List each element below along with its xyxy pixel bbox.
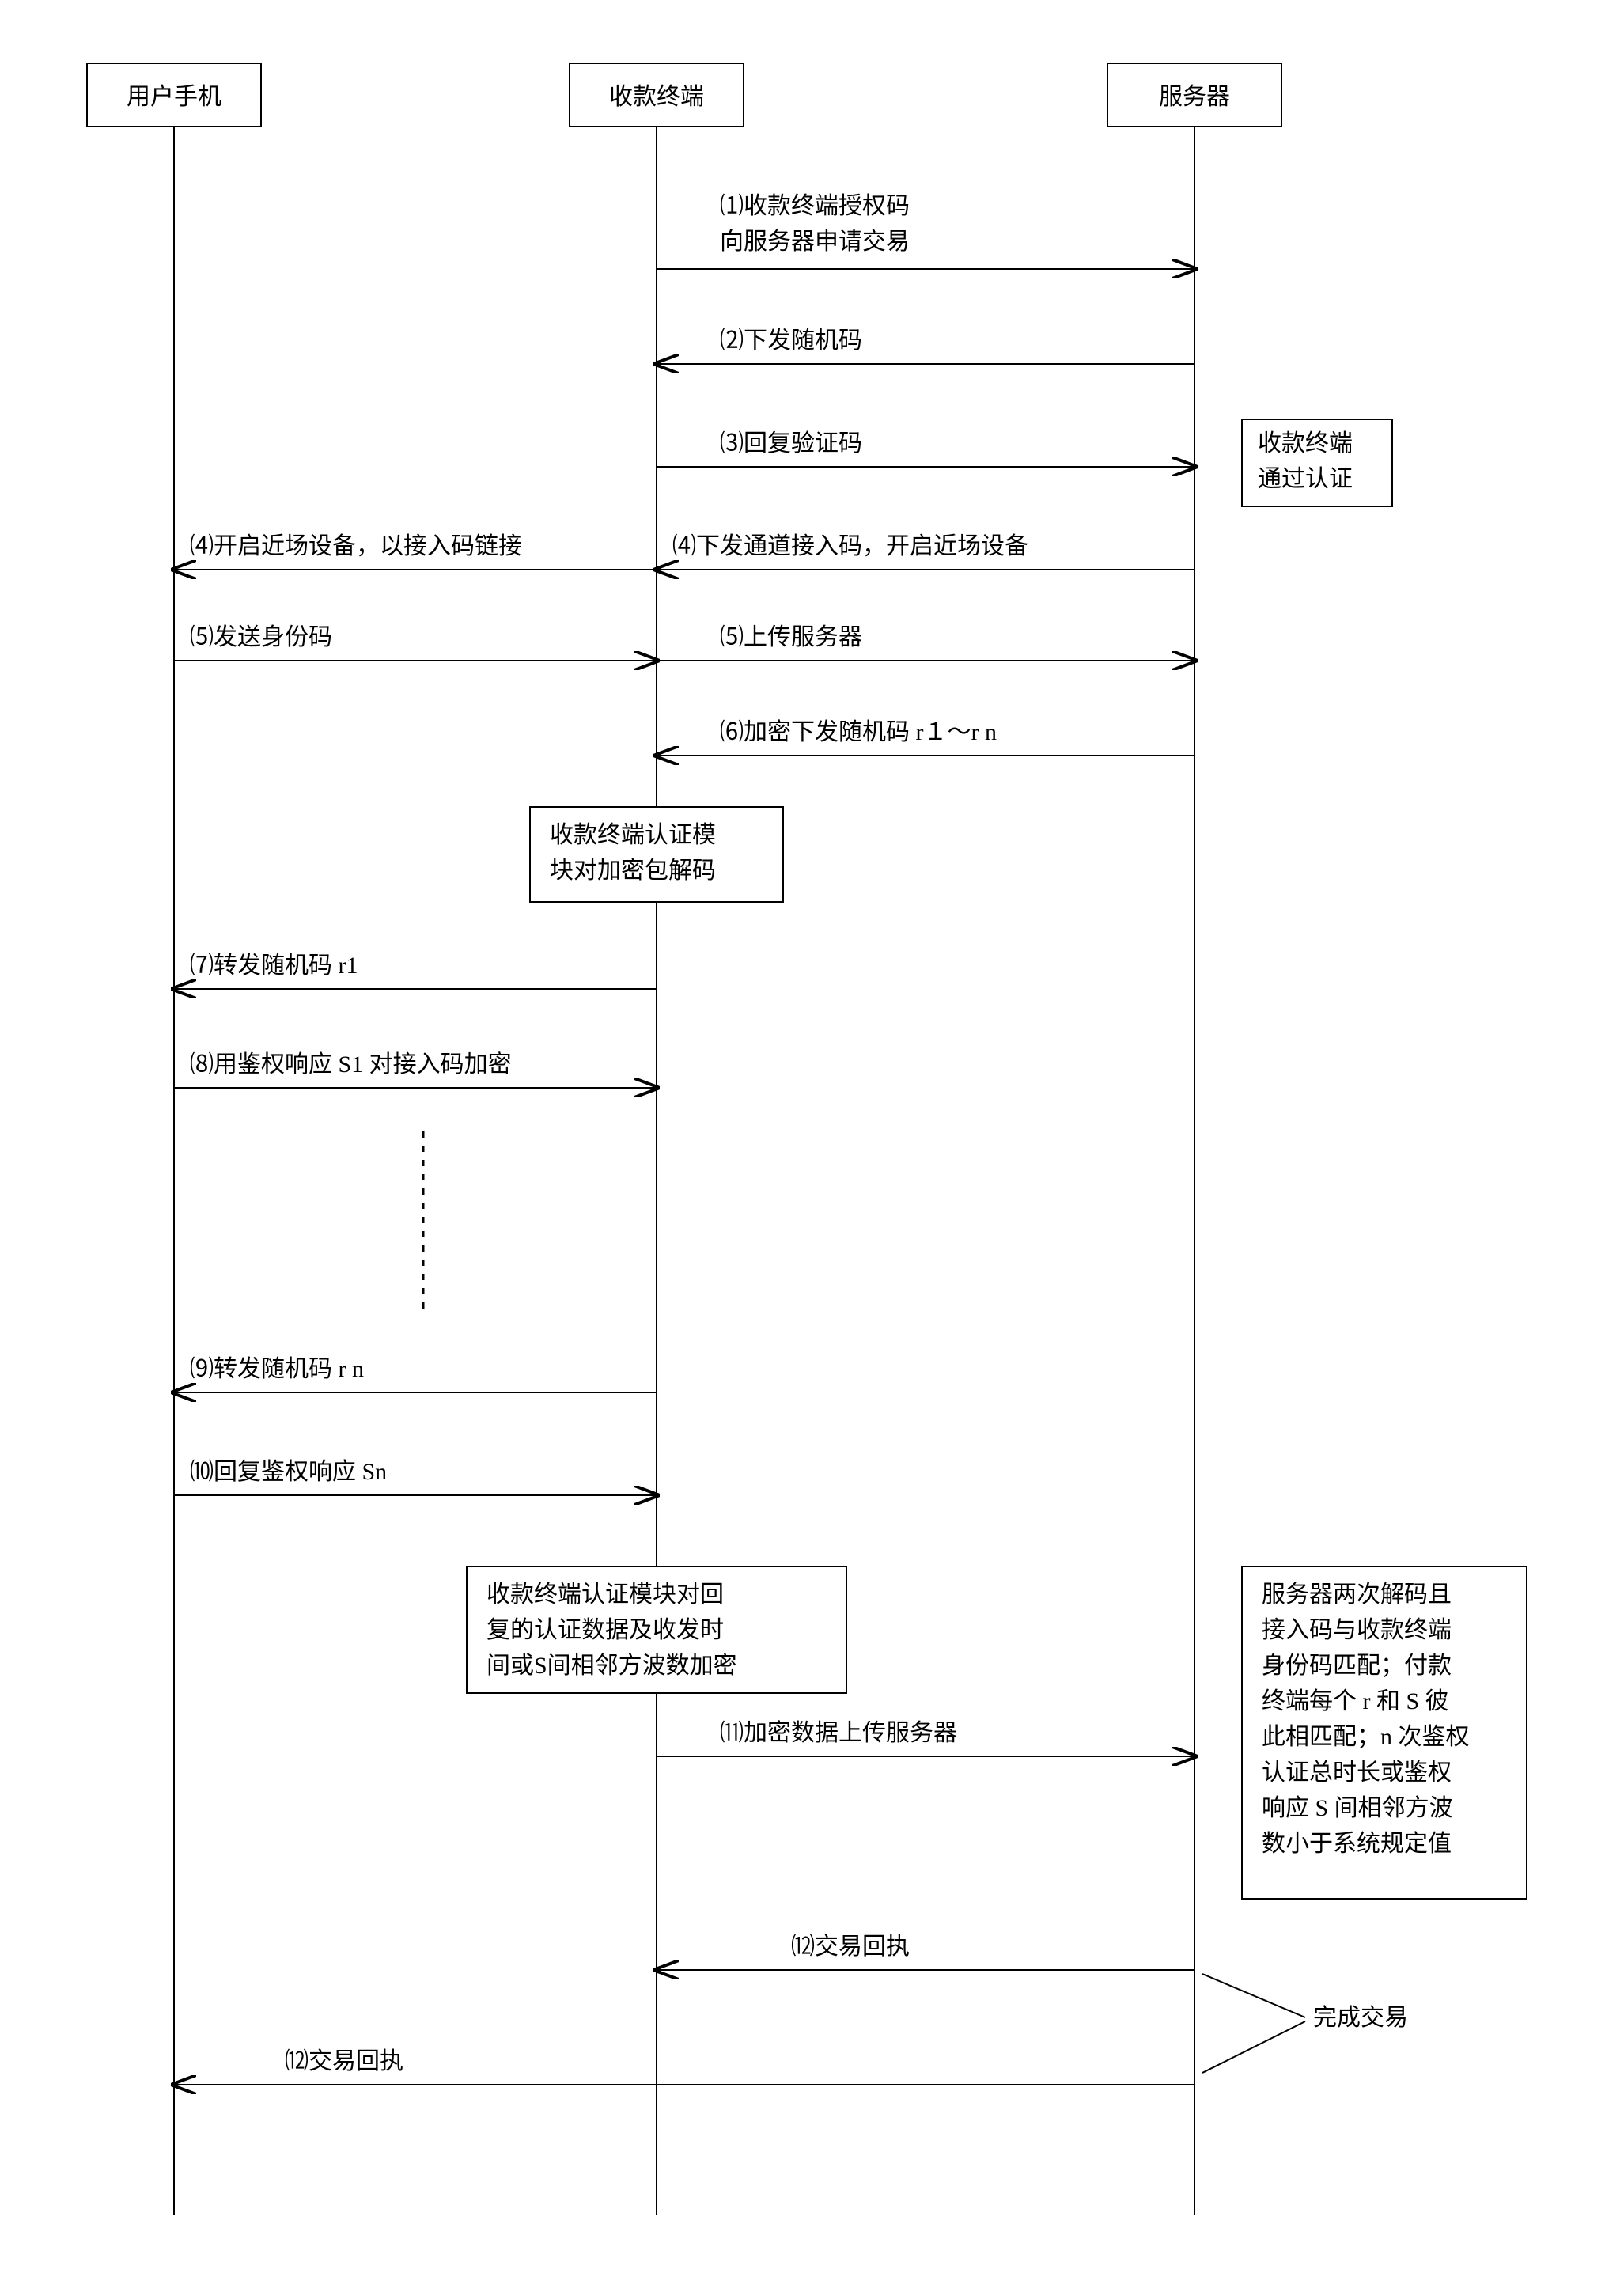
actor-user-phone-label: 用户手机 [127, 84, 221, 110]
note-encrypt-l3: 间或S间相邻方波数加密 [486, 1653, 737, 1679]
msg-1-line1: ⑴收款终端授权码 [720, 193, 910, 219]
msg-11: ⑾加密数据上传服务器 [720, 1720, 957, 1746]
msg-9: ⑼转发随机码 r n [190, 1356, 364, 1382]
msg-10: ⑽回复鉴权响应 Sn [190, 1459, 387, 1485]
sequence-diagram: 用户手机 收款终端 服务器 ⑴收款终端授权码 向服务器申请交易 ⑵下发随机码 ⑶… [32, 32, 1624, 2256]
msg-5b: ⑸上传服务器 [720, 624, 862, 650]
note-server-l7: 响应 S 间相邻方波 [1262, 1795, 1453, 1821]
note-decode-l2: 块对加密包解码 [550, 858, 716, 884]
note-auth-pass-l2: 通过认证 [1258, 466, 1353, 492]
note-decode [530, 807, 783, 902]
note-server-l8: 数小于系统规定值 [1262, 1831, 1452, 1857]
note-server-l2: 接入码与收款终端 [1262, 1617, 1452, 1643]
msg-8: ⑻用鉴权响应 S1 对接入码加密 [190, 1051, 512, 1078]
note-server-l4: 终端每个 r 和 S 彼 [1262, 1688, 1449, 1714]
msg-6: ⑹加密下发随机码 r１～r n [720, 719, 997, 745]
note-server-l6: 认证总时长或鉴权 [1262, 1760, 1452, 1786]
msg-1-line2: 向服务器申请交易 [720, 229, 910, 255]
msg-2: ⑵下发随机码 [720, 328, 862, 354]
complete-connector-1 [1202, 1974, 1305, 2017]
note-server-l3: 身份码匹配；付款 [1262, 1653, 1452, 1679]
note-complete: 完成交易 [1313, 2005, 1408, 2031]
msg-5a: ⑸发送身份码 [190, 624, 332, 650]
msg-3: ⑶回复验证码 [720, 430, 862, 456]
note-auth-pass-l1: 收款终端 [1258, 430, 1353, 456]
note-server-l1: 服务器两次解码且 [1262, 1582, 1452, 1608]
msg-12b: ⑿交易回执 [285, 2048, 403, 2074]
note-encrypt-l2: 复的认证数据及收发时 [486, 1617, 724, 1643]
complete-connector-2 [1202, 2021, 1305, 2073]
actor-server-label: 服务器 [1159, 84, 1230, 110]
note-decode-l1: 收款终端认证模 [550, 822, 716, 848]
actor-terminal-label: 收款终端 [609, 84, 704, 110]
msg-4b: ⑷下发通道接入码，开启近场设备 [672, 533, 1028, 559]
msg-7: ⑺转发随机码 r1 [190, 953, 358, 979]
note-encrypt-l1: 收款终端认证模块对回 [486, 1582, 724, 1608]
msg-4a: ⑷开启近场设备，以接入码链接 [190, 533, 522, 559]
note-server-l5: 此相匹配；n 次鉴权 [1262, 1724, 1470, 1750]
msg-12a: ⑿交易回执 [791, 1934, 910, 1960]
